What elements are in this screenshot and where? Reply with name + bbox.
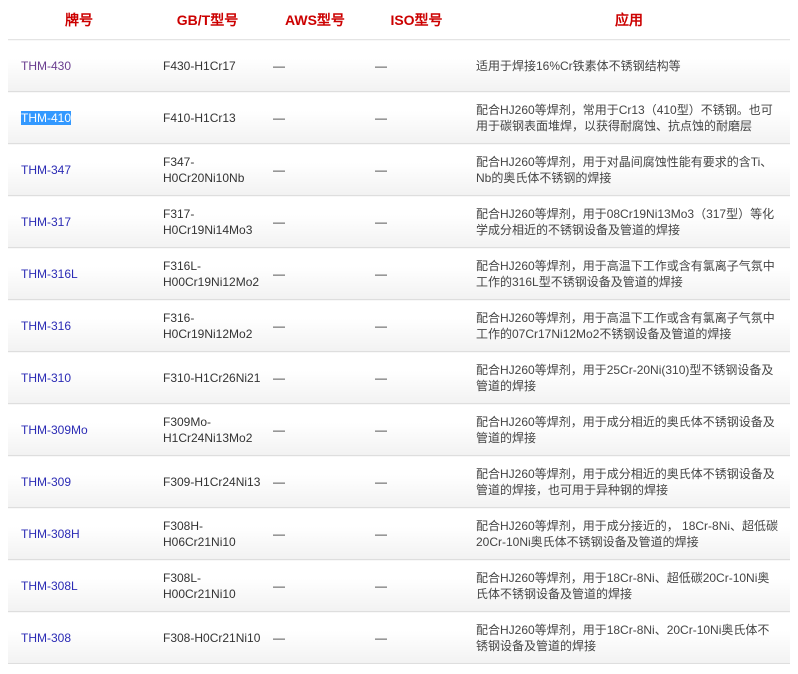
gbt-model-cell: F410-H1Cr13 <box>150 91 265 144</box>
aws-model-cell: — <box>265 507 365 560</box>
grade-cell: THM-308H <box>8 507 150 560</box>
gbt-model-cell: F308-H0Cr21Ni10 <box>150 611 265 664</box>
grade-link[interactable]: THM-316L <box>21 267 78 281</box>
grade-cell: THM-317 <box>8 195 150 248</box>
gbt-model-cell: F308H-H06Cr21Ni10 <box>150 507 265 560</box>
aws-model-cell: — <box>265 247 365 300</box>
application-cell: 配合HJ260等焊剂，用于25Cr-20Ni(310)型不锈钢设备及管道的焊接 <box>468 351 790 404</box>
application-cell: 配合HJ260等焊剂，用于成分接近的， 18Cr-8Ni、超低碳20Cr-10N… <box>468 507 790 560</box>
table-row: THM-316 F316-H0Cr19Ni12Mo2 — — 配合HJ260等焊… <box>8 299 790 352</box>
application-cell: 适用于焊接16%Cr铁素体不锈钢结构等 <box>468 39 790 92</box>
aws-model-cell: — <box>265 299 365 352</box>
gbt-model-cell: F316L-H00Cr19Ni12Mo2 <box>150 247 265 300</box>
iso-model-cell: — <box>365 143 468 196</box>
grade-link[interactable]: THM-309Mo <box>21 423 88 437</box>
iso-model-cell: — <box>365 559 468 612</box>
gbt-model-cell: F316-H0Cr19Ni12Mo2 <box>150 299 265 352</box>
grade-cell: THM-430 <box>8 39 150 92</box>
gbt-model-cell: F310-H1Cr26Ni21 <box>150 351 265 404</box>
table-row: THM-317 F317-H0Cr19Ni14Mo3 — — 配合HJ260等焊… <box>8 195 790 248</box>
header-row: 牌号 GB/T型号 AWS型号 ISO型号 应用 <box>8 0 790 40</box>
application-cell: 配合HJ260等焊剂，用于08Cr19Ni13Mo3（317型）等化学成分相近的… <box>468 195 790 248</box>
table-row: THM-430 F430-H1Cr17 — — 适用于焊接16%Cr铁素体不锈钢… <box>8 39 790 92</box>
table-row: THM-309Mo F309Mo-H1Cr24Ni13Mo2 — — 配合HJ2… <box>8 403 790 456</box>
header-iso-model: ISO型号 <box>365 0 468 40</box>
application-cell: 配合HJ260等焊剂，用于高温下工作或含有氯离子气氛中工作的316L型不锈钢设备… <box>468 247 790 300</box>
iso-model-cell: — <box>365 39 468 92</box>
iso-model-cell: — <box>365 247 468 300</box>
aws-model-cell: — <box>265 195 365 248</box>
gbt-model-cell: F309-H1Cr24Ni13 <box>150 455 265 508</box>
header-application: 应用 <box>468 0 790 40</box>
grade-cell: THM-309 <box>8 455 150 508</box>
grade-cell: THM-308 <box>8 611 150 664</box>
grade-link[interactable]: THM-308H <box>21 527 80 541</box>
gbt-model-cell: F430-H1Cr17 <box>150 39 265 92</box>
aws-model-cell: — <box>265 455 365 508</box>
application-cell: 配合HJ260等焊剂，用于高温下工作或含有氯离子气氛中工作的07Cr17Ni12… <box>468 299 790 352</box>
iso-model-cell: — <box>365 91 468 144</box>
gbt-model-cell: F309Mo-H1Cr24Ni13Mo2 <box>150 403 265 456</box>
grade-link[interactable]: THM-410 <box>21 110 72 125</box>
application-cell: 配合HJ260等焊剂，常用于Cr13（410型）不锈钢。也可用于碳钢表面堆焊，以… <box>468 91 790 144</box>
gbt-model-cell: F317-H0Cr19Ni14Mo3 <box>150 195 265 248</box>
grade-cell: THM-316L <box>8 247 150 300</box>
table-row: THM-308 F308-H0Cr21Ni10 — — 配合HJ260等焊剂，用… <box>8 611 790 664</box>
grade-cell: THM-308L <box>8 559 150 612</box>
table-row: THM-410 F410-H1Cr13 — — 配合HJ260等焊剂，常用于Cr… <box>8 91 790 144</box>
aws-model-cell: — <box>265 611 365 664</box>
grade-cell: THM-316 <box>8 299 150 352</box>
iso-model-cell: — <box>365 351 468 404</box>
grade-link[interactable]: THM-317 <box>21 215 71 229</box>
grade-link[interactable]: THM-308L <box>21 579 78 593</box>
aws-model-cell: — <box>265 559 365 612</box>
application-cell: 配合HJ260等焊剂，用于成分相近的奥氏体不锈钢设备及管道的焊接，也可用于异种钢… <box>468 455 790 508</box>
aws-model-cell: — <box>265 39 365 92</box>
iso-model-cell: — <box>365 299 468 352</box>
grade-cell: THM-347 <box>8 143 150 196</box>
grade-cell: THM-410 <box>8 91 150 144</box>
grade-cell: THM-310 <box>8 351 150 404</box>
grade-link[interactable]: THM-430 <box>21 59 71 73</box>
header-gbt-model: GB/T型号 <box>150 0 265 40</box>
iso-model-cell: — <box>365 455 468 508</box>
grade-link[interactable]: THM-316 <box>21 319 71 333</box>
grade-link[interactable]: THM-310 <box>21 371 71 385</box>
iso-model-cell: — <box>365 403 468 456</box>
aws-model-cell: — <box>265 403 365 456</box>
aws-model-cell: — <box>265 143 365 196</box>
grade-cell: THM-309Mo <box>8 403 150 456</box>
iso-model-cell: — <box>365 195 468 248</box>
application-cell: 配合HJ260等焊剂，用于18Cr-8Ni、20Cr-10Ni奥氏体不锈钢设备及… <box>468 611 790 664</box>
table-row: THM-308H F308H-H06Cr21Ni10 — — 配合HJ260等焊… <box>8 507 790 560</box>
aws-model-cell: — <box>265 91 365 144</box>
welding-wire-spec-table: 牌号 GB/T型号 AWS型号 ISO型号 应用 THM-430 F430-H1… <box>8 0 790 664</box>
header-aws-model: AWS型号 <box>265 0 365 40</box>
table-row: THM-309 F309-H1Cr24Ni13 — — 配合HJ260等焊剂，用… <box>8 455 790 508</box>
gbt-model-cell: F347-H0Cr20Ni10Nb <box>150 143 265 196</box>
table-row: THM-347 F347-H0Cr20Ni10Nb — — 配合HJ260等焊剂… <box>8 143 790 196</box>
aws-model-cell: — <box>265 351 365 404</box>
application-cell: 配合HJ260等焊剂，用于成分相近的奥氏体不锈钢设备及管道的焊接 <box>468 403 790 456</box>
iso-model-cell: — <box>365 611 468 664</box>
application-cell: 配合HJ260等焊剂，用于18Cr-8Ni、超低碳20Cr-10Ni奥氏体不锈钢… <box>468 559 790 612</box>
iso-model-cell: — <box>365 507 468 560</box>
gbt-model-cell: F308L-H00Cr21Ni10 <box>150 559 265 612</box>
application-cell: 配合HJ260等焊剂，用于对晶间腐蚀性能有要求的含Ti、Nb的奥氏体不锈钢的焊接 <box>468 143 790 196</box>
grade-link[interactable]: THM-308 <box>21 631 71 645</box>
grade-link[interactable]: THM-309 <box>21 475 71 489</box>
grade-link[interactable]: THM-347 <box>21 163 71 177</box>
table-row: THM-308L F308L-H00Cr21Ni10 — — 配合HJ260等焊… <box>8 559 790 612</box>
table-row: THM-310 F310-H1Cr26Ni21 — — 配合HJ260等焊剂，用… <box>8 351 790 404</box>
header-grade: 牌号 <box>8 0 150 40</box>
table-row: THM-316L F316L-H00Cr19Ni12Mo2 — — 配合HJ26… <box>8 247 790 300</box>
